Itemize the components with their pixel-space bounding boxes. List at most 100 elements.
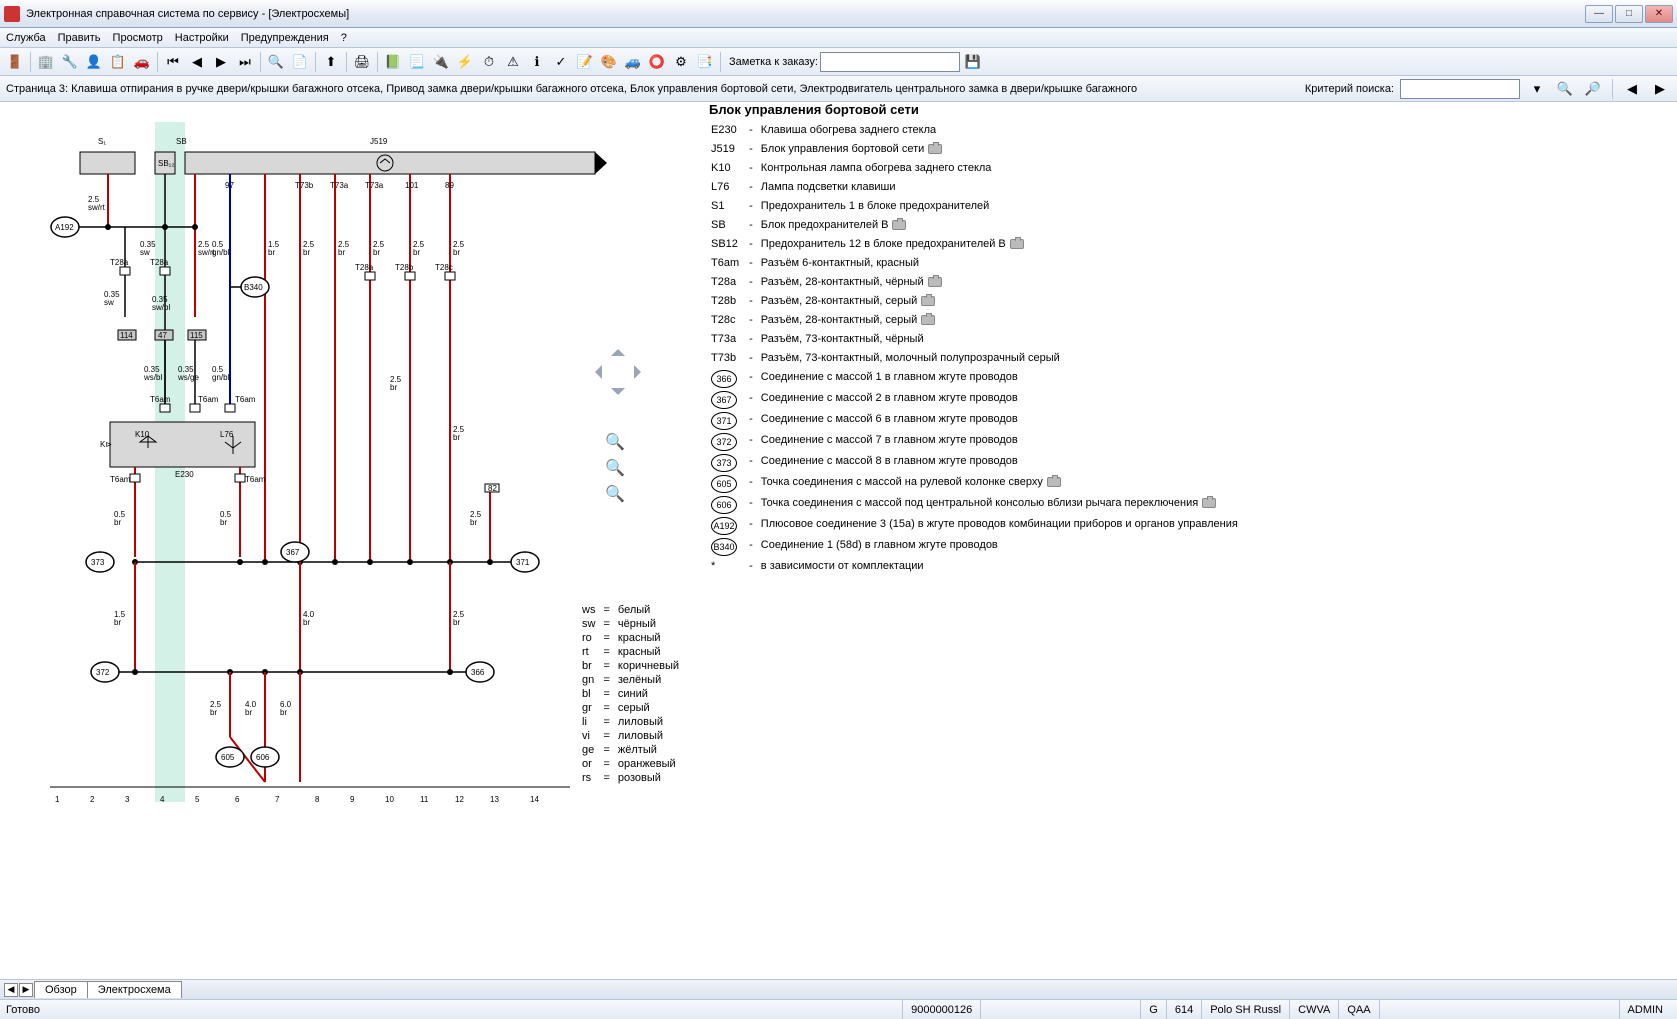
window-title: Электронная справочная система по сервис… bbox=[26, 8, 1583, 20]
status-bar: Готово 9000000126 G 614 Polo SH Russl CW… bbox=[0, 999, 1677, 1019]
body-icon[interactable]: 🚙 bbox=[622, 51, 644, 73]
svg-text:1: 1 bbox=[55, 795, 60, 804]
svg-text:SB₁₂: SB₁₂ bbox=[158, 159, 174, 168]
svg-text:9: 9 bbox=[350, 795, 355, 804]
svg-text:br: br bbox=[413, 248, 420, 257]
maximize-button[interactable]: □ bbox=[1615, 5, 1643, 23]
search-dropdown-icon[interactable]: ▾ bbox=[1526, 78, 1548, 100]
legend-row: A192-Плюсовое соединение 3 (15a) в жгуте… bbox=[711, 516, 1238, 535]
svg-text:A192: A192 bbox=[55, 223, 74, 232]
legend-row: K10-Контрольная лампа обогрева заднего с… bbox=[711, 160, 1238, 177]
more-icon[interactable]: 📑 bbox=[694, 51, 716, 73]
user-icon[interactable]: 👤 bbox=[83, 51, 105, 73]
prev-result-icon[interactable]: ◀ bbox=[1621, 78, 1643, 100]
first-icon[interactable]: ⏮ bbox=[162, 51, 184, 73]
menu-item[interactable]: Служба bbox=[6, 32, 46, 44]
find-all-icon[interactable]: 🔎 bbox=[1582, 78, 1604, 100]
tab-scroll-right-icon[interactable]: ▶ bbox=[19, 983, 33, 997]
menu-item[interactable]: ? bbox=[341, 32, 347, 44]
app-icon bbox=[4, 6, 20, 22]
svg-text:br: br bbox=[303, 618, 310, 627]
vehicle-icon[interactable]: 🚗 bbox=[131, 51, 153, 73]
svg-text:97: 97 bbox=[225, 181, 234, 190]
svg-text:br: br bbox=[390, 383, 397, 392]
legend-row: 367-Соединение с массой 2 в главном жгут… bbox=[711, 390, 1238, 409]
close-button[interactable]: ✕ bbox=[1645, 5, 1673, 23]
svg-text:br: br bbox=[210, 708, 217, 717]
paint-icon[interactable]: 🎨 bbox=[598, 51, 620, 73]
next-icon[interactable]: ▶ bbox=[210, 51, 232, 73]
menu-item[interactable]: Просмотр bbox=[113, 32, 163, 44]
tab-bar: ◀ ▶ Обзор Электросхема bbox=[0, 979, 1677, 999]
window-titlebar: Электронная справочная система по сервис… bbox=[0, 0, 1677, 28]
order-icon[interactable]: 📋 bbox=[107, 51, 129, 73]
tab-schematic[interactable]: Электросхема bbox=[87, 981, 182, 998]
menu-item[interactable]: Настройки bbox=[175, 32, 229, 44]
status-eng: CWVA bbox=[1289, 1000, 1338, 1019]
svg-text:br: br bbox=[114, 518, 121, 527]
legend-row: T6am-Разъём 6-контактный, красный bbox=[711, 255, 1238, 272]
legend-table: E230-Клавиша обогрева заднего стеклаJ519… bbox=[709, 120, 1240, 577]
legend-row: E230-Клавиша обогрева заднего стекла bbox=[711, 122, 1238, 139]
page-title: Страница 3: Клавиша отпирания в ручке дв… bbox=[6, 83, 1299, 95]
svg-text:T73b: T73b bbox=[295, 181, 314, 190]
menubar: Служба Править Просмотр Настройки Предуп… bbox=[0, 28, 1677, 48]
up-icon[interactable]: ⬆ bbox=[320, 51, 342, 73]
last-icon[interactable]: ⏭ bbox=[234, 51, 256, 73]
separator bbox=[346, 52, 347, 72]
svg-text:8: 8 bbox=[315, 795, 320, 804]
svg-text:373: 373 bbox=[91, 558, 105, 567]
note-save-icon[interactable]: 💾 bbox=[962, 51, 984, 73]
search-input[interactable] bbox=[1400, 79, 1520, 99]
svg-text:T6am: T6am bbox=[198, 395, 219, 404]
legend-row: B340-Соединение 1 (58d) в главном жгуте … bbox=[711, 537, 1238, 556]
legend-row: 366-Соединение с массой 1 в главном жгут… bbox=[711, 369, 1238, 388]
minimize-button[interactable]: — bbox=[1585, 5, 1613, 23]
exit-icon[interactable]: 🚪 bbox=[4, 51, 26, 73]
time-icon[interactable]: ⏱ bbox=[478, 51, 500, 73]
svg-text:J519: J519 bbox=[370, 137, 388, 146]
dealer-icon[interactable]: 🏢 bbox=[35, 51, 57, 73]
status-trans: QAA bbox=[1338, 1000, 1378, 1019]
svg-text:T28a: T28a bbox=[355, 263, 374, 272]
legend-row: 371-Соединение с массой 6 в главном жгут… bbox=[711, 411, 1238, 430]
menu-item[interactable]: Править bbox=[58, 32, 101, 44]
book-icon[interactable]: 📗 bbox=[382, 51, 404, 73]
note-icon[interactable]: 📝 bbox=[574, 51, 596, 73]
warn-icon[interactable]: ⚠ bbox=[502, 51, 524, 73]
find-icon[interactable]: 🔍 bbox=[1554, 78, 1576, 100]
prev-icon[interactable]: ◀ bbox=[186, 51, 208, 73]
svg-text:T6am: T6am bbox=[110, 475, 131, 484]
svg-text:T6am: T6am bbox=[245, 475, 266, 484]
check-icon[interactable]: ✓ bbox=[550, 51, 572, 73]
info-icon[interactable]: ℹ bbox=[526, 51, 548, 73]
search-icon[interactable]: 🔍 bbox=[265, 51, 287, 73]
print-icon[interactable]: 🖨 bbox=[351, 51, 373, 73]
legend-row: 372-Соединение с массой 7 в главном жгут… bbox=[711, 432, 1238, 451]
legend-row: S1-Предохранитель 1 в блоке предохраните… bbox=[711, 198, 1238, 215]
wiring-diagram[interactable]: .w{stroke:#b00;stroke-width:2;fill:none}… bbox=[40, 122, 660, 822]
circuit-icon[interactable]: ⚡ bbox=[454, 51, 476, 73]
svg-text:br: br bbox=[268, 248, 275, 257]
svg-text:S₁: S₁ bbox=[98, 137, 106, 146]
svg-text:E230: E230 bbox=[175, 470, 194, 479]
svg-text:br: br bbox=[373, 248, 380, 257]
next-result-icon[interactable]: ▶ bbox=[1649, 78, 1671, 100]
tab-scroll-left-icon[interactable]: ◀ bbox=[4, 983, 18, 997]
svg-text:10: 10 bbox=[385, 795, 394, 804]
note-input[interactable] bbox=[820, 52, 960, 72]
legend-row: T28b-Разъём, 28-контактный, серый bbox=[711, 293, 1238, 310]
menu-item[interactable]: Предупреждения bbox=[241, 32, 329, 44]
list-icon[interactable]: 📃 bbox=[406, 51, 428, 73]
legend-row: T28c-Разъём, 28-контактный, серый bbox=[711, 312, 1238, 329]
tab-overview[interactable]: Обзор bbox=[34, 981, 88, 998]
new-icon[interactable]: 📄 bbox=[289, 51, 311, 73]
tyre-icon[interactable]: ⭕ bbox=[646, 51, 668, 73]
trans-icon[interactable]: ⚙ bbox=[670, 51, 692, 73]
svg-text:47: 47 bbox=[158, 331, 167, 340]
service-icon[interactable]: 🔧 bbox=[59, 51, 81, 73]
svg-text:89: 89 bbox=[445, 181, 454, 190]
legend-row: T73b-Разъём, 73-контактный, молочный пол… bbox=[711, 350, 1238, 367]
diag-icon[interactable]: 🔌 bbox=[430, 51, 452, 73]
separator bbox=[315, 52, 316, 72]
